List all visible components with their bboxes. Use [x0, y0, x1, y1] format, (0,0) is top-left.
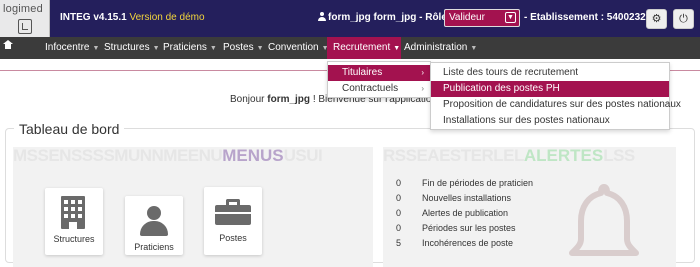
settings-button[interactable]: ⚙	[646, 9, 667, 29]
tile-praticiens[interactable]: Praticiens	[125, 196, 183, 255]
alertes-ghost-right: LSS	[603, 147, 635, 165]
tile-postes[interactable]: Postes	[204, 187, 262, 255]
menu-item-installations-postes[interactable]: Installations sur des postes nationaux	[431, 113, 669, 129]
alert-label: Incohérences de poste	[422, 238, 514, 248]
top-header: logimed INTEG v4.15.1 Version de démo fo…	[0, 0, 700, 37]
recrutement-dropdown: Titulaires › Contractuels ›	[327, 61, 431, 98]
nav-label: Postes	[223, 42, 254, 53]
role-value: Valideur	[449, 12, 485, 23]
nav-home[interactable]	[0, 37, 16, 59]
caret-down-icon: ▼	[256, 45, 264, 52]
tile-label: Praticiens	[134, 242, 174, 252]
nav-structures[interactable]: Structures ▼	[104, 37, 160, 59]
alert-row[interactable]: 0 Fin de périodes de praticien	[396, 178, 533, 188]
chevron-right-icon: ›	[421, 68, 424, 77]
logo-mark-icon	[18, 19, 32, 34]
alert-row[interactable]: 0 Nouvelles installations	[396, 193, 511, 203]
home-icon	[3, 40, 13, 51]
tile-label: Postes	[219, 233, 247, 243]
nav-label: Administration	[404, 42, 468, 53]
dashboard-title: Tableau de bord	[14, 121, 125, 137]
user-icon	[140, 206, 168, 236]
alertes-title: ALERTES	[523, 147, 604, 165]
briefcase-icon	[215, 199, 251, 225]
app-logo[interactable]: logimed	[0, 0, 50, 37]
alert-count: 5	[396, 238, 402, 248]
alert-label: Nouvelles installations	[422, 193, 512, 203]
alert-label: Périodes sur les postes	[422, 223, 516, 233]
etablissement-label: - Etablissement : 540023264	[524, 12, 657, 23]
nav-infocentre[interactable]: Infocentre ▼	[45, 37, 99, 59]
nav-label: Structures	[104, 42, 150, 53]
app-version: INTEG v4.15.1	[60, 12, 127, 23]
alert-label: Fin de périodes de praticien	[422, 178, 534, 188]
nav-administration[interactable]: Administration ▼	[404, 37, 477, 59]
app-title: INTEG v4.15.1 Version de démo	[60, 12, 205, 23]
titulaires-submenu: Liste des tours de recrutement Publicati…	[430, 62, 681, 130]
menu-item-publication-postes-ph[interactable]: Publication des postes PH	[431, 81, 669, 97]
alert-row[interactable]: 0 Alertes de publication	[396, 208, 508, 218]
nav-label: Recrutement	[333, 42, 391, 53]
caret-down-icon: ▼	[470, 45, 478, 52]
alert-count: 0	[396, 193, 402, 203]
nav-label: Infocentre	[45, 42, 90, 53]
alert-count: 0	[396, 178, 402, 188]
alert-row[interactable]: 0 Périodes sur les postes	[396, 223, 516, 233]
bell-icon	[569, 184, 639, 256]
tile-structures[interactable]: Structures	[45, 188, 103, 255]
nav-label: Convention	[268, 42, 319, 53]
menus-title: MENUS	[222, 147, 284, 165]
logout-button[interactable]: ⏻	[673, 9, 694, 29]
nav-convention[interactable]: Convention ▼	[268, 37, 329, 59]
chevron-right-icon: ›	[421, 84, 424, 93]
nav-praticiens[interactable]: Praticiens ▼	[163, 37, 217, 59]
menu-item-label: Titulaires	[342, 67, 383, 78]
menus-ghost-right: USUI	[283, 147, 323, 165]
tile-label: Structures	[53, 234, 95, 244]
caret-down-icon: ▼	[209, 45, 217, 52]
menu-item-titulaires[interactable]: Titulaires ›	[328, 65, 430, 81]
demo-label: Version de démo	[129, 12, 205, 23]
welcome-user: form_jpg	[267, 94, 311, 105]
alertes-ghost-left: RSSEAESTERLEL	[383, 147, 524, 165]
nav-recrutement[interactable]: Recrutement ▼	[327, 37, 401, 59]
alert-count: 0	[396, 208, 402, 218]
menu-item-label: Contractuels	[342, 83, 399, 94]
caret-down-icon: ▼	[152, 45, 160, 52]
caret-down-icon: ▼	[92, 45, 100, 52]
welcome-prefix: Bonjour	[230, 94, 265, 105]
menu-item-proposition-candidatures[interactable]: Proposition de candidatures sur des post…	[431, 97, 681, 113]
chevron-down-icon: ▼	[505, 12, 516, 23]
menu-item-liste-tours[interactable]: Liste des tours de recrutement	[431, 65, 669, 81]
building-icon	[61, 196, 85, 229]
logo-text: logimed	[3, 3, 43, 15]
user-line: form_jpg form_jpg - Rôle :	[328, 12, 453, 23]
nav-label: Praticiens	[163, 42, 207, 53]
alert-label: Alertes de publication	[422, 208, 509, 218]
main-navbar: Infocentre ▼ Structures ▼ Praticiens ▼ Post…	[0, 37, 700, 59]
gear-icon: ⚙	[651, 13, 662, 25]
alert-count: 0	[396, 223, 402, 233]
menus-ghost-left: MSSENSSSSMUNNMEENU	[13, 147, 223, 165]
nav-postes[interactable]: Postes ▼	[223, 37, 264, 59]
menus-panel-header: MSSENSSSSMUNNMEENUMENUSUSUI	[13, 147, 373, 165]
user-icon	[318, 12, 326, 21]
caret-down-icon: ▼	[393, 45, 401, 52]
role-select[interactable]: Valideur ▼	[444, 9, 520, 27]
power-icon: ⏻	[679, 13, 688, 25]
user-info: form_jpg form_jpg - Rôle :	[318, 12, 453, 23]
menu-item-contractuels[interactable]: Contractuels ›	[328, 81, 430, 97]
alertes-panel-header: RSSEAESTERLELALERTESLSS	[383, 147, 676, 165]
alert-row[interactable]: 5 Incohérences de poste	[396, 238, 513, 248]
